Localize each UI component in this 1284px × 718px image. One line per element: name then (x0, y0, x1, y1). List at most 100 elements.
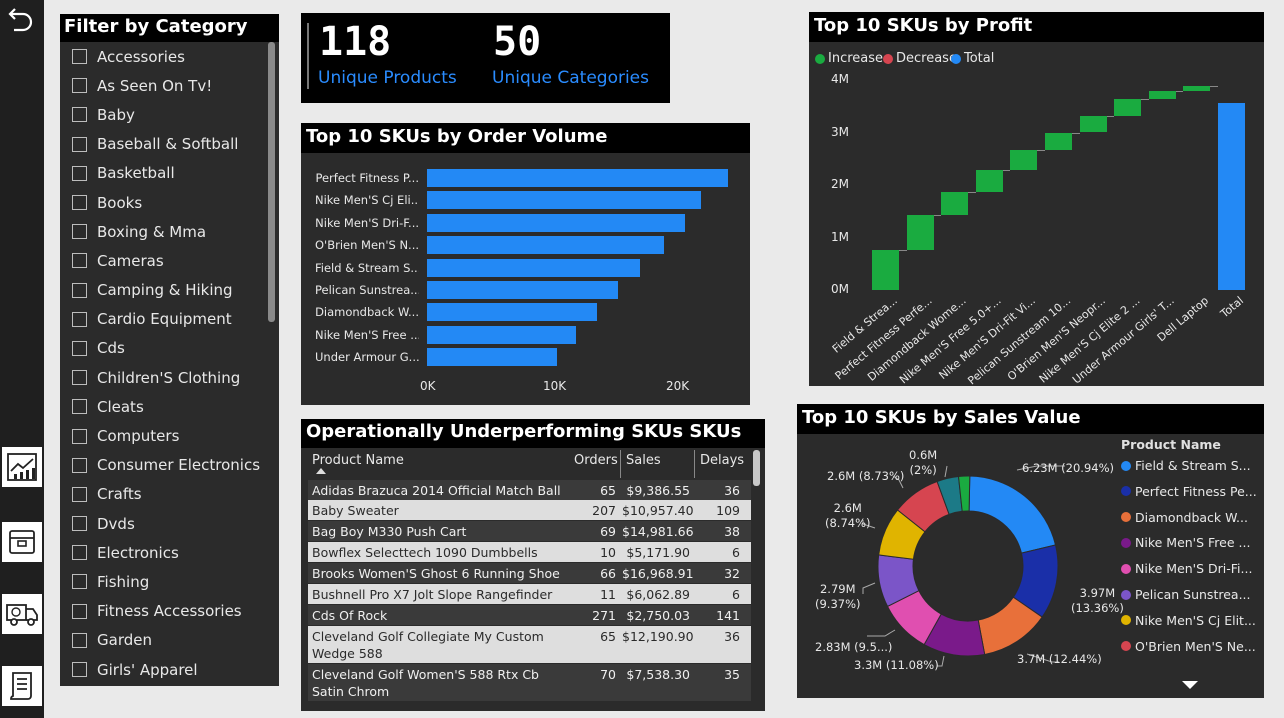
checkbox-icon[interactable] (72, 136, 87, 152)
category-option[interactable]: Cleats (60, 392, 279, 421)
category-option[interactable]: Crafts (60, 480, 279, 509)
increase-bar[interactable] (906, 215, 934, 250)
category-option[interactable]: Fitness Accessories (60, 597, 279, 626)
increase-bar[interactable] (1079, 115, 1107, 133)
order-volume-bar[interactable] (427, 169, 729, 187)
checkbox-icon[interactable] (72, 457, 87, 473)
order-volume-bar[interactable] (427, 258, 640, 277)
table-row[interactable]: Brooks Women'S Ghost 6 Running Shoe 66 $16… (308, 563, 751, 583)
filter-scrollbar[interactable] (268, 42, 275, 322)
table-row[interactable]: Cds Of Rock 271 $2,750.03 141 (308, 605, 751, 625)
legend-item[interactable]: Perfect Fitness Pe... (1121, 484, 1257, 499)
category-option[interactable]: Cds (60, 334, 279, 363)
category-option[interactable]: Accessories (60, 42, 279, 71)
legend-scroll-down-icon[interactable] (1182, 681, 1198, 689)
checkbox-icon[interactable] (72, 224, 87, 240)
checkbox-icon[interactable] (72, 632, 87, 648)
category-option[interactable]: Dvds (60, 509, 279, 538)
donut-slice[interactable] (968, 475, 1057, 554)
checkbox-icon[interactable] (72, 340, 87, 356)
increase-bar[interactable] (1010, 150, 1038, 170)
checkbox-icon[interactable] (72, 662, 87, 678)
legend-item[interactable]: O'Brien Men'S Ne... (1121, 639, 1256, 654)
order-volume-bar[interactable] (427, 348, 558, 367)
back-arrow-icon[interactable] (6, 4, 36, 34)
checkbox-icon[interactable] (72, 399, 87, 415)
legend-item[interactable]: Total (951, 51, 994, 66)
order-volume-bar[interactable] (427, 191, 702, 210)
category-option[interactable]: Garden (60, 626, 279, 655)
column-header-delays[interactable]: Delays (694, 450, 744, 478)
increase-bar[interactable] (1148, 91, 1176, 99)
increase-bar[interactable] (1045, 132, 1072, 151)
table-row[interactable]: Bowflex Selecttech 1090 Dumbbells 10 $5,17… (308, 542, 751, 562)
table-row[interactable]: Adidas Brazuca 2014 Official Match Ball 6… (308, 480, 751, 500)
table-scrollbar[interactable] (753, 450, 760, 486)
checkbox-icon[interactable] (72, 195, 87, 211)
column-header-sales[interactable]: Sales (620, 450, 693, 478)
checkbox-icon[interactable] (72, 574, 87, 590)
cell-orders: 65 (600, 629, 616, 644)
table-row[interactable]: Bag Boy M330 Push Cart 69 $14,981.66 38 (308, 521, 751, 541)
category-option[interactable]: Cardio Equipment (60, 305, 279, 334)
data-label-line2: (13.36%) (1071, 601, 1124, 615)
checkbox-icon[interactable] (72, 253, 87, 269)
order-volume-bar[interactable] (427, 213, 686, 232)
category-option[interactable]: Electronics (60, 538, 279, 567)
category-option[interactable]: Camping & Hiking (60, 276, 279, 305)
checkbox-icon[interactable] (72, 165, 87, 181)
legend-item[interactable]: Decrease (883, 51, 957, 66)
category-option[interactable]: Girls' Apparel (60, 655, 279, 684)
inventory-box-icon[interactable] (2, 522, 42, 562)
category-option[interactable]: Basketball (60, 159, 279, 188)
category-option[interactable]: Baby (60, 100, 279, 129)
column-header-orders[interactable]: Orders (574, 450, 619, 478)
legend-item[interactable]: Field & Stream S... (1121, 458, 1251, 473)
checkbox-icon[interactable] (72, 486, 87, 502)
report-document-icon[interactable] (2, 666, 42, 706)
legend-item[interactable]: Nike Men'S Cj Elit... (1121, 613, 1256, 628)
category-option[interactable]: Children'S Clothing (60, 363, 279, 392)
category-option[interactable]: As Seen On Tv! (60, 71, 279, 100)
legend-item[interactable]: Increase (815, 51, 883, 66)
checkbox-icon[interactable] (72, 78, 87, 94)
order-volume-bar[interactable] (427, 281, 618, 299)
checkbox-icon[interactable] (72, 49, 87, 65)
legend-dot-icon (883, 53, 893, 64)
table-row[interactable]: Cleveland Golf Women'S 588 Rtx Cb Satin … (308, 664, 751, 701)
order-volume-bar[interactable] (427, 303, 597, 322)
column-header-product[interactable]: Product Name (312, 450, 572, 478)
checkbox-icon[interactable] (72, 428, 87, 444)
order-volume-bar[interactable] (427, 325, 576, 344)
dashboard-chart-icon[interactable] (2, 447, 42, 487)
category-option[interactable]: Baseball & Softball (60, 130, 279, 159)
increase-bar[interactable] (975, 169, 1003, 193)
category-option[interactable]: Computers (60, 421, 279, 450)
order-volume-bar[interactable] (427, 236, 665, 255)
checkbox-icon[interactable] (72, 282, 87, 298)
category-option[interactable]: Fishing (60, 567, 279, 596)
checkbox-icon[interactable] (72, 107, 87, 123)
legend-item[interactable]: Nike Men'S Free ... (1121, 535, 1250, 550)
increase-bar[interactable] (1114, 98, 1142, 116)
table-row[interactable]: Cleveland Golf Collegiate My Custom Wedg… (308, 626, 751, 663)
checkbox-icon[interactable] (72, 603, 87, 619)
total-bar[interactable] (1218, 103, 1245, 290)
table-row[interactable]: Baby Sweater 207 $10,957.40 109 (308, 500, 751, 520)
table-row[interactable]: Bushnell Pro X7 Jolt Slope Rangefinder 11… (308, 584, 751, 604)
checkbox-icon[interactable] (72, 311, 87, 327)
delivery-truck-icon[interactable] (2, 594, 42, 634)
legend-item[interactable]: Diamondback W... (1121, 510, 1248, 525)
category-option[interactable]: Consumer Electronics (60, 451, 279, 480)
category-option[interactable]: Books (60, 188, 279, 217)
category-option[interactable]: Cameras (60, 246, 279, 275)
checkbox-icon[interactable] (72, 516, 87, 532)
category-option[interactable]: Boxing & Mma (60, 217, 279, 246)
increase-bar[interactable] (941, 192, 969, 216)
increase-bar[interactable] (1183, 85, 1211, 92)
checkbox-icon[interactable] (72, 370, 87, 386)
legend-item[interactable]: Nike Men'S Dri-Fi... (1121, 561, 1252, 576)
checkbox-icon[interactable] (72, 545, 87, 561)
legend-item[interactable]: Pelican Sunstrea... (1121, 587, 1251, 602)
increase-bar[interactable] (872, 249, 899, 290)
